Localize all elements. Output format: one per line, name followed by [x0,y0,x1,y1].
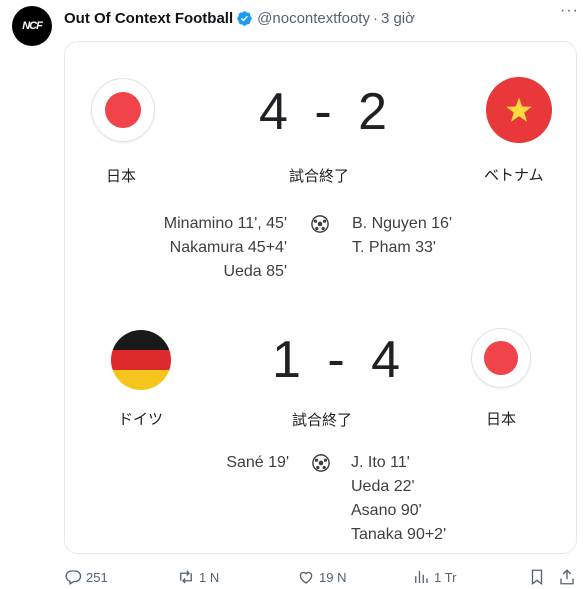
heart-icon [299,571,313,584]
match-2-home-team: ドイツ [118,411,164,428]
view-count: 1 Tr [434,569,457,585]
repost-icon [180,570,192,584]
like-button[interactable]: 19 N [297,568,346,586]
author-name[interactable]: Out Of Context Football [64,10,233,27]
vietnam-flag-icon [486,77,552,143]
share-button[interactable] [558,568,580,586]
match-1-score: 4 - 2 [259,83,394,141]
match-2-away-scorers: J. Ito 11' Ueda 22' Asano 90' Tanaka 90+… [351,451,446,547]
match-results-graphic: 4 - 2 日本 試合終了 ベトナム Minamino 11', 45' Nak… [65,42,576,553]
match-1-status: 試合終了 [289,168,350,185]
match-2-away-team: 日本 [486,411,517,428]
bookmark-button[interactable] [528,568,550,586]
scorer: B. Nguyen 16' [352,215,453,232]
scorer: Ueda 85' [223,263,287,280]
match-2-home-scorers: Sané 19' [226,451,289,475]
author-handle[interactable]: @nocontextfooty [257,10,370,27]
japan-flag-icon [92,79,154,141]
match-1-home-scorers: Minamino 11', 45' Nakamura 45+4' Ueda 85… [164,212,287,284]
reply-icon [65,570,82,585]
post-timestamp[interactable]: 3 giờ [381,10,415,27]
soccer-ball-icon [311,215,329,233]
verified-badge-icon [236,10,253,27]
author-avatar[interactable]: NCF [12,6,52,46]
soccer-ball-icon [312,454,330,472]
scorer: Minamino 11', 45' [163,215,287,232]
like-count: 19 N [319,569,347,585]
japan-flag-icon [472,329,530,387]
post-image[interactable]: 4 - 2 日本 試合終了 ベトナム Minamino 11', 45' Nak… [64,41,577,554]
scorer: T. Pham 33' [352,239,436,256]
scorer: Asano 90' [351,502,422,519]
views-button[interactable]: 1 Tr [412,568,456,586]
bookmark-icon [531,569,543,586]
analytics-icon [415,571,428,583]
match-2-status: 試合終了 [292,412,353,429]
scorer: Ueda 22' [351,478,415,495]
match-1-away-scorers: B. Nguyen 16' T. Pham 33' [352,212,452,260]
more-options-icon[interactable]: ··· [560,2,579,20]
scorer: Tanaka 90+2' [351,526,447,543]
avatar-logo-text: NCF [22,20,43,32]
match-1-home-team: 日本 [106,168,137,185]
scorer: Sané 19' [226,454,289,471]
scorer: Nakamura 45+4' [169,239,287,256]
post-header: Out Of Context Football @nocontextfooty … [64,8,575,28]
share-icon [560,569,574,585]
match-1-away-team: ベトナム [484,167,544,184]
scorer: J. Ito 11' [351,454,410,471]
post-action-bar: 251 1 N 19 N 1 Tr [64,568,579,588]
reply-count: 251 [86,569,108,585]
separator-dot: · [372,9,378,27]
repost-button[interactable]: 1 N [177,568,219,586]
reply-button[interactable]: 251 [64,568,108,586]
germany-flag-icon [111,330,171,390]
repost-count: 1 N [199,569,220,585]
match-2-score: 1 - 4 [272,331,407,389]
